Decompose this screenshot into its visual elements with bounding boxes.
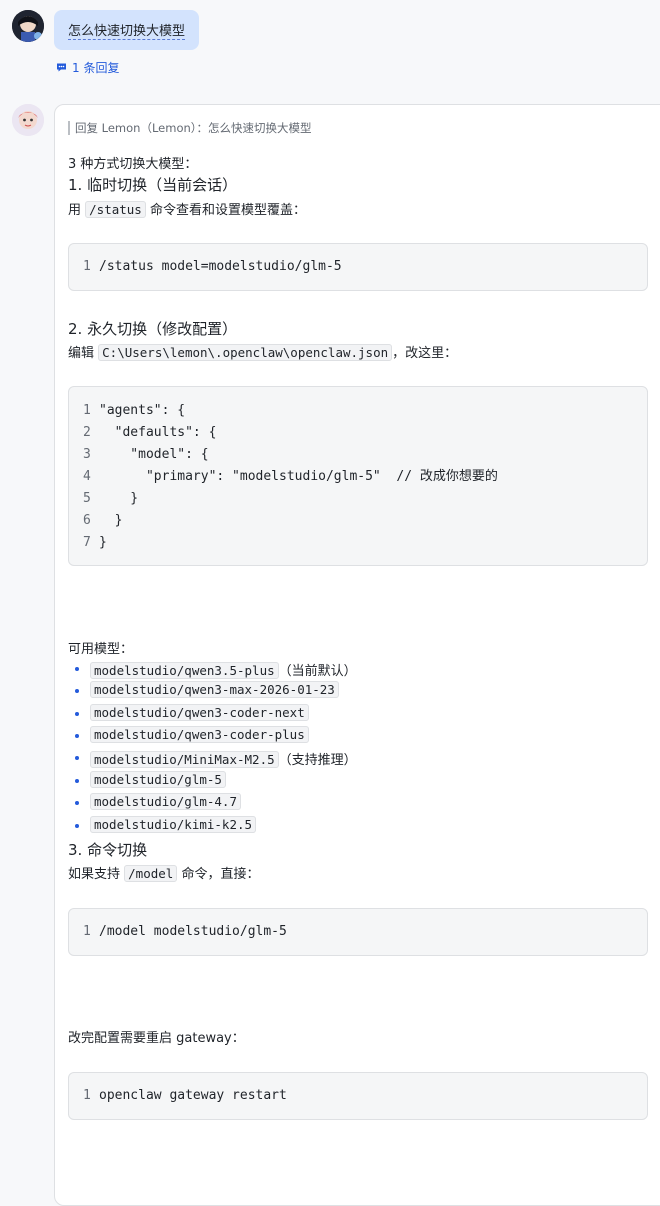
inline-code-status: /status [85, 201, 146, 218]
code-text: "defaults": { [99, 425, 217, 440]
section3-text-post: 命令，直接： [181, 867, 260, 882]
code-line: 1 openclaw gateway restart [83, 1085, 647, 1107]
model-code: modelstudio/glm-4.7 [90, 793, 241, 810]
line-number: 1 [83, 1088, 91, 1103]
model-code: modelstudio/qwen3-coder-plus [90, 726, 309, 743]
section2-text: 编辑 C:\Users\lemon\.openclaw\openclaw.jso… [68, 342, 457, 361]
comment-icon [57, 63, 66, 72]
line-number: 7 [83, 535, 91, 550]
code-text: "model": { [99, 447, 209, 462]
code-line: 4 "primary": "modelstudio/glm-5" // 改成你想… [83, 466, 647, 488]
code-text: "agents": { [99, 403, 186, 418]
code-block-1[interactable]: 1/status model=modelstudio/glm-5 [68, 243, 648, 291]
replies-link[interactable]: 1 条回复 [56, 59, 119, 76]
model-code: modelstudio/qwen3-coder-next [90, 704, 309, 721]
code-block-3[interactable]: 1/model modelstudio/glm-5 [68, 908, 648, 956]
section3-text-pre: 如果支持 [68, 867, 121, 882]
bullet-icon [75, 779, 79, 783]
code-text: } [99, 535, 107, 550]
section3-text: 如果支持 /model 命令，直接： [68, 863, 259, 882]
code-text: openclaw gateway restart [99, 1088, 287, 1103]
model-code: modelstudio/qwen3-max-2026-01-23 [90, 681, 339, 698]
model-note: （支持推理） [278, 753, 357, 768]
line-number: 2 [83, 425, 91, 440]
section3-heading: 3. 命令切换 [68, 841, 148, 859]
question-bubble[interactable]: 怎么快速切换大模型 [54, 10, 200, 50]
code-block-4[interactable]: 1 openclaw gateway restart [68, 1072, 648, 1120]
model-note: （当前默认） [278, 664, 357, 679]
line-number: 1 [83, 259, 91, 274]
code-text: /status model=modelstudio/glm-5 [99, 259, 342, 274]
bullet-icon [75, 712, 79, 716]
reply-count: 1 条回复 [72, 61, 120, 75]
code-line: 1/status model=modelstudio/glm-5 [83, 256, 647, 278]
model-item: modelstudio/MiniMax-M2.5 （支持推理） [90, 749, 357, 768]
model-item: modelstudio/qwen3-max-2026-01-23 [90, 681, 339, 698]
bullet-icon [75, 756, 79, 760]
inline-code-model: /model [124, 865, 178, 882]
model-item: modelstudio/qwen3-coder-next [90, 704, 309, 721]
section2-heading: 2. 永久切换（修改配置） [68, 320, 238, 338]
code-text: /model modelstudio/glm-5 [99, 924, 287, 939]
model-item: modelstudio/kimi-k2.5 [90, 816, 257, 833]
line-number: 1 [83, 924, 91, 939]
model-item: modelstudio/qwen3-coder-plus [90, 726, 309, 743]
line-number: 4 [83, 469, 91, 484]
model-item: modelstudio/qwen3.5-plus （当前默认） [90, 660, 357, 679]
code-text: } [99, 491, 139, 506]
restart-text: 改完配置需要重启 gateway： [68, 1031, 245, 1046]
reply-intro: 3 种方式切换大模型： [68, 157, 198, 172]
user-avatar[interactable] [12, 10, 44, 42]
code-line: 3 "model": { [83, 444, 647, 466]
model-code: modelstudio/kimi-k2.5 [90, 816, 257, 833]
section1-heading: 1. 临时切换（当前会话） [68, 176, 238, 194]
code-line: 7} [83, 532, 647, 554]
model-code: modelstudio/qwen3.5-plus [90, 662, 279, 679]
code-block-2[interactable]: 1 "agents": { 2 "defaults": { 3 "model": … [68, 386, 648, 566]
line-number: 3 [83, 447, 91, 462]
line-number: 5 [83, 491, 91, 506]
bullet-icon [75, 801, 79, 805]
section2-text-pre: 编辑 [68, 346, 95, 361]
code-line: 2 "defaults": { [83, 422, 647, 444]
model-item: modelstudio/glm-5 [90, 771, 226, 788]
section1-text-post: 命令查看和设置模型覆盖： [149, 203, 306, 218]
bullet-icon [75, 734, 79, 738]
question-text: 怎么快速切换大模型 [68, 20, 186, 40]
section1-text-pre: 用 [68, 203, 82, 218]
models-heading: 可用模型： [68, 642, 134, 657]
code-line: 1/model modelstudio/glm-5 [83, 921, 647, 943]
bullet-icon [75, 824, 79, 828]
bot-avatar[interactable] [12, 104, 44, 136]
model-item: modelstudio/glm-4.7 [90, 793, 241, 810]
model-code: modelstudio/glm-5 [90, 771, 226, 788]
reply-quote: 回复 Lemon（Lemon）：怎么快速切换大模型 [68, 121, 312, 135]
model-code: modelstudio/MiniMax-M2.5 [90, 751, 279, 768]
code-text: } [99, 513, 123, 528]
line-number: 6 [83, 513, 91, 528]
code-line: 6 } [83, 510, 647, 532]
bullet-icon [75, 667, 79, 671]
code-line: 5 } [83, 488, 647, 510]
line-number: 1 [83, 403, 91, 418]
code-text: "primary": "modelstudio/glm-5" // 改成你想要的 [99, 469, 498, 484]
inline-code-path: C:\Users\lemon\.openclaw\openclaw.json [98, 344, 393, 361]
code-line: 1 "agents": { [83, 400, 647, 422]
bullet-icon [75, 689, 79, 693]
section1-text: 用 /status 命令查看和设置模型覆盖： [68, 199, 306, 218]
section2-text-post: ，改这里： [392, 346, 458, 361]
